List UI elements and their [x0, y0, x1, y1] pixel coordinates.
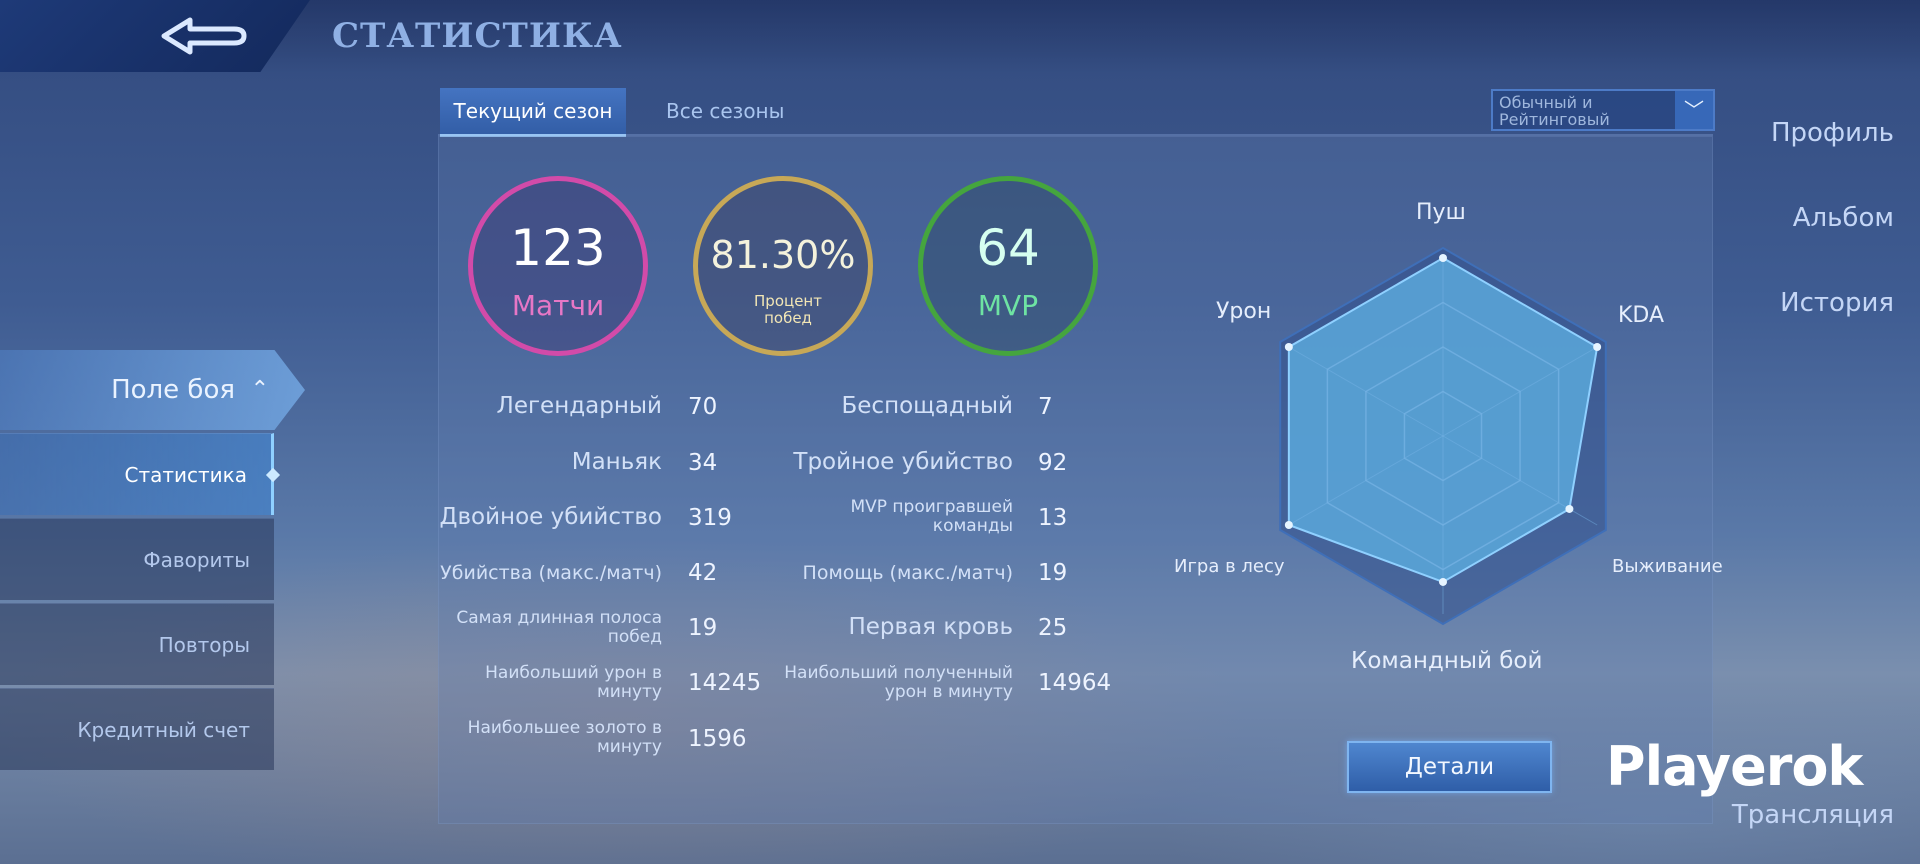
stat-label: Первая кровь [848, 614, 1013, 640]
stat-label: Легендарный [496, 393, 662, 419]
radar-axis-label: Урон [1216, 299, 1272, 324]
page-title: СТАТИСТИКА [332, 16, 623, 56]
radar-point [1284, 521, 1293, 529]
stat-label: Тройное убийство [793, 449, 1013, 475]
sidebar-subitem-statistics[interactable]: Статистика [0, 433, 281, 515]
mode-filter-dropdown[interactable]: Обычный и Рейтинговый ﹀ [1491, 89, 1715, 131]
sidebar-item-label: Поле боя [111, 375, 235, 405]
sidebar-subitem-replays[interactable]: Повторы [0, 603, 274, 685]
mode-filter-value: Обычный и Рейтинговый [1499, 93, 1610, 129]
stat-label: Беспощадный [841, 393, 1014, 419]
radar-point [1565, 504, 1574, 513]
stat-value: 92 [1038, 450, 1068, 476]
stat-label: Помощь (макс./матч) [802, 562, 1013, 584]
radar-point [1593, 343, 1602, 351]
mvp-label: MVP [977, 289, 1039, 322]
winrate-label: Процент побед [754, 292, 822, 327]
radar-svg [1279, 246, 1607, 626]
stat-value: 14964 [1038, 670, 1112, 696]
sidebar-subitem-label: Статистика [124, 463, 248, 487]
stat-value: 14245 [688, 670, 762, 696]
chevron-down-icon: ﹀ [1675, 91, 1713, 129]
stat-label: Маньяк [571, 449, 662, 475]
stat-label: MVP проигравшей команды [850, 497, 1013, 536]
details-button[interactable]: Детали [1347, 741, 1552, 793]
winrate-circle: 81.30% Процент побед [693, 176, 873, 356]
stat-label: Наибольший полученный урон в минуту [784, 663, 1013, 702]
stat-label: Наибольшее золото в минуту [467, 718, 662, 757]
radar-point [1439, 577, 1447, 586]
stat-value: 319 [688, 505, 732, 531]
stat-value: 1596 [688, 726, 747, 752]
radar-point [1439, 254, 1447, 262]
radar-axis-label: Пуш [1416, 200, 1466, 225]
stat-value: 7 [1038, 394, 1053, 420]
matches-circle: 123 Матчи [468, 176, 648, 356]
stat-value: 19 [1038, 560, 1068, 586]
sidebar-subitem-credit-score[interactable]: Кредитный счет [0, 688, 274, 770]
active-diamond-icon [265, 467, 281, 483]
radar-axis-label: Игра в лесу [1174, 556, 1285, 577]
stat-value: 19 [688, 615, 718, 641]
matches-value: 123 [510, 219, 606, 277]
radar-axis-label: KDA [1618, 303, 1665, 328]
radar-axis-label: Выживание [1612, 556, 1723, 577]
stat-value: 34 [688, 450, 718, 476]
winrate-value: 81.30% [710, 233, 856, 277]
chevron-up-icon: ⌃ [250, 377, 269, 402]
stat-value: 13 [1038, 505, 1068, 531]
stat-value: 42 [688, 560, 718, 586]
radar-axis-label: Командный бой [1351, 648, 1543, 674]
sidebar-item-battlefield[interactable]: Поле боя ⌃ [0, 350, 305, 430]
stat-label: Наибольший урон в минуту [485, 663, 662, 702]
mvp-value: 64 [976, 219, 1040, 277]
playerok-watermark: Playerok [1606, 735, 1863, 798]
tab-all-seasons[interactable]: Все сезоны [666, 88, 784, 134]
radar-point [1284, 343, 1293, 351]
stat-label: Убийства (макс./матч) [440, 562, 662, 584]
back-arrow-icon [161, 17, 247, 55]
sidebar-subitem-favorites[interactable]: Фавориты [0, 518, 274, 600]
radar-chart: Пуш KDA Выживание Командный бой Игра в л… [1150, 186, 1750, 686]
stat-label: Самая длинная полоса побед [456, 608, 662, 647]
matches-label: Матчи [511, 289, 605, 322]
tab-current-season[interactable]: Текущий сезон [440, 88, 626, 137]
stat-value: 25 [1038, 615, 1068, 641]
mvp-circle: 64 MVP [918, 176, 1098, 356]
stat-label: Двойное убийство [439, 504, 662, 530]
stat-value: 70 [688, 394, 718, 420]
back-button[interactable] [150, 8, 260, 64]
